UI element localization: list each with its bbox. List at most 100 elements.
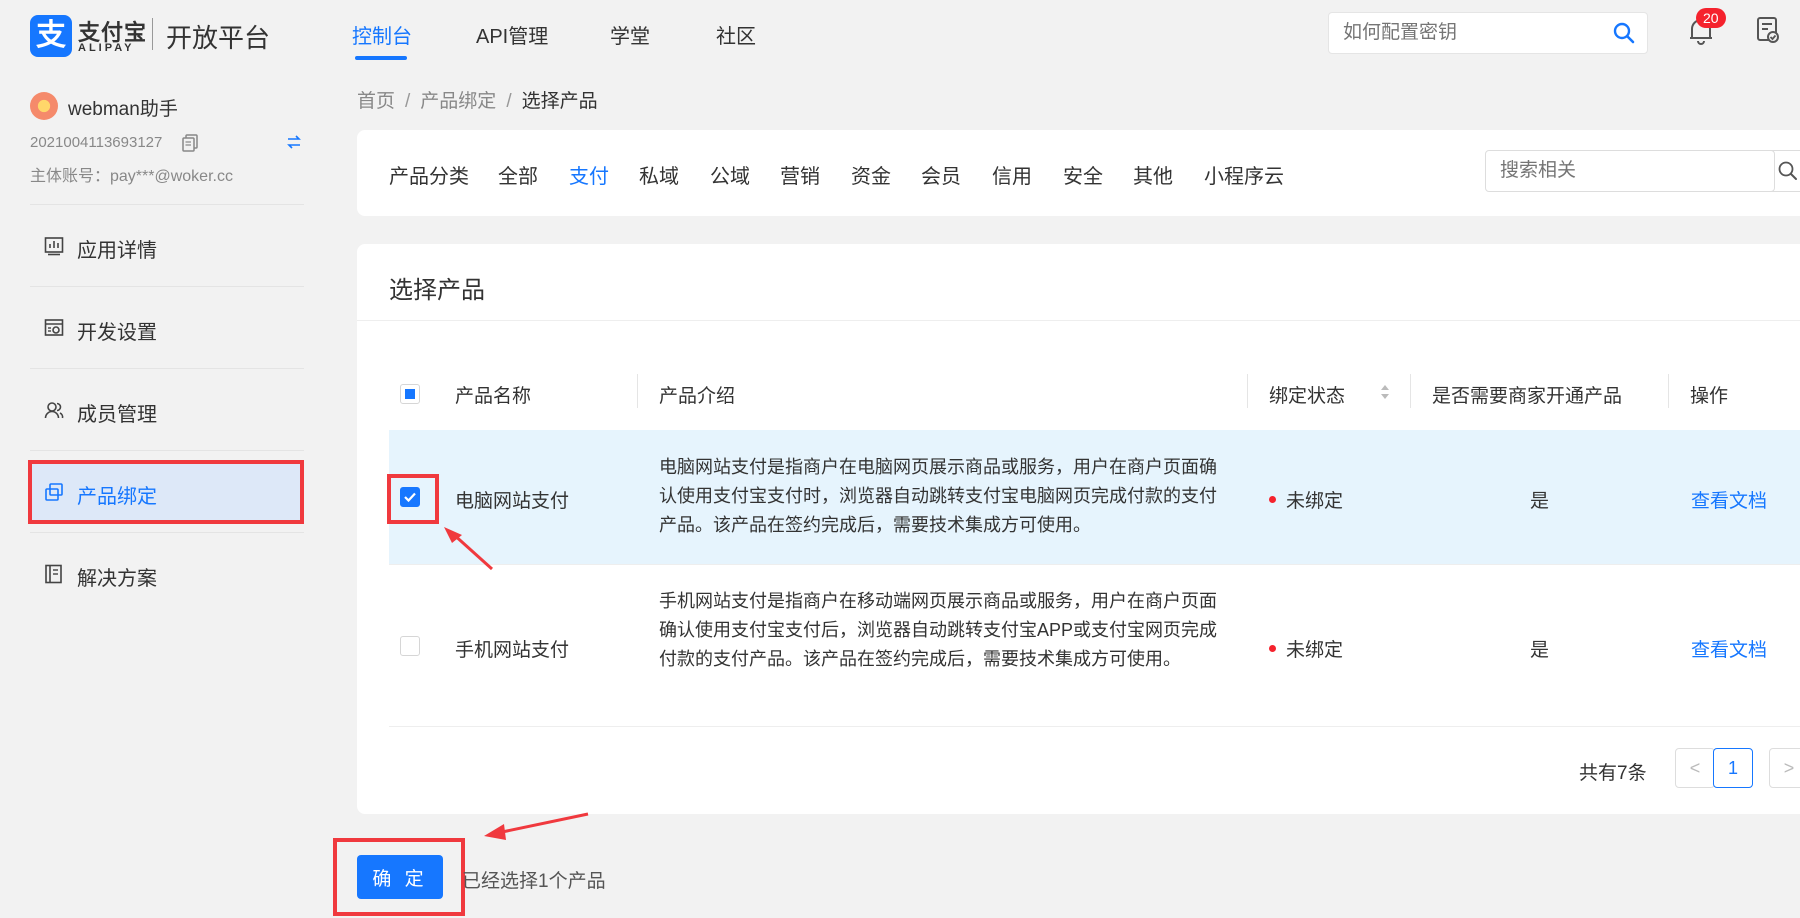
nav-console[interactable]: 控制台 <box>352 20 412 49</box>
panel-title: 选择产品 <box>389 277 485 304</box>
product-name: 手机网站支付 <box>455 640 570 661</box>
nav-community[interactable]: 社区 <box>716 20 756 49</box>
breadcrumb-current: 选择产品 <box>521 91 598 112</box>
pagination-total: 共有7条 <box>1579 763 1647 784</box>
sidebar-item-solutions[interactable]: 解决方案 <box>30 544 304 606</box>
product-description: 手机网站支付是指商户在移动端网页展示商品或服务，用户在商户页面确认使用支付宝支付… <box>659 591 1218 669</box>
sidebar-item-dev-settings[interactable]: 开发设置 <box>30 298 304 360</box>
column-separator <box>1247 374 1248 408</box>
category-public-domain[interactable]: 公域 <box>710 160 750 189</box>
sort-icon[interactable] <box>1380 382 1390 407</box>
binding-status-text: 未绑定 <box>1286 491 1344 512</box>
category-payment[interactable]: 支付 <box>569 160 609 189</box>
merchant-required: 是 <box>1530 640 1550 661</box>
category-funds[interactable]: 资金 <box>851 160 891 189</box>
product-description: 电脑网站支付是指商户在电脑网页展示商品或服务，用户在商户页面确认使用支付宝支付时… <box>659 457 1217 535</box>
product-selection-panel: 选择产品 产品名称 产品介绍 绑定状态 是否需要商家开通产品 操作 电脑网站支付… <box>357 244 1800 814</box>
column-separator <box>637 374 638 408</box>
book-icon <box>44 564 64 584</box>
search-icon[interactable] <box>1613 22 1635 49</box>
sidebar-item-label: 应用详情 <box>77 240 157 262</box>
logo-divider <box>152 18 153 50</box>
sidebar-item-label: 解决方案 <box>77 568 157 590</box>
binding-status: 未绑定 <box>1269 486 1343 513</box>
column-header-actions: 操作 <box>1690 386 1729 407</box>
row-divider <box>389 726 1800 727</box>
annotation-checkbox-box <box>387 474 439 524</box>
search-icon <box>1778 161 1797 180</box>
status-dot-icon <box>1269 645 1276 653</box>
view-docs-link[interactable]: 查看文档 <box>1691 486 1767 513</box>
category-search-input[interactable] <box>1500 159 1740 183</box>
category-search[interactable] <box>1485 150 1775 192</box>
app-name: webman助手 <box>68 99 178 120</box>
breadcrumb-separator: / <box>405 91 411 112</box>
annotation-highlight-box <box>28 460 304 524</box>
annotation-arrow-icon <box>444 527 494 571</box>
pagination-next-button[interactable]: > <box>1769 748 1800 788</box>
category-other[interactable]: 其他 <box>1133 160 1173 189</box>
sidebar-item-members[interactable]: 成员管理 <box>30 380 304 442</box>
column-header-merchant-required: 是否需要商家开通产品 <box>1432 386 1623 407</box>
category-filter-bar: 产品分类 全部 支付 私域 公域 营销 资金 会员 信用 安全 其他 小程序云 <box>357 130 1800 216</box>
category-security[interactable]: 安全 <box>1063 160 1103 189</box>
product-name: 电脑网站支付 <box>455 491 570 512</box>
column-header-description: 产品介绍 <box>659 386 736 407</box>
category-credit[interactable]: 信用 <box>992 160 1032 189</box>
nav-academy[interactable]: 学堂 <box>610 20 650 49</box>
confirm-button[interactable]: 确 定 <box>357 855 443 899</box>
app-id: 2021004113693127 <box>30 134 163 151</box>
main-account: 主体账号：pay***@woker.cc <box>30 168 233 185</box>
breadcrumb-home[interactable]: 首页 <box>357 91 395 112</box>
logo-subtext: ALIPAY <box>78 42 135 54</box>
switch-app-icon[interactable] <box>286 134 302 155</box>
global-search-input[interactable] <box>1343 21 1603 45</box>
column-header-binding-status[interactable]: 绑定状态 <box>1269 381 1345 408</box>
nav-api-management[interactable]: API管理 <box>476 20 548 49</box>
column-separator <box>1668 374 1669 408</box>
column-header-product-name: 产品名称 <box>455 386 532 407</box>
settings-icon <box>44 318 64 338</box>
breadcrumb-separator: / <box>506 91 512 112</box>
nav-active-indicator <box>355 56 407 60</box>
sidebar-item-app-details[interactable]: 应用详情 <box>30 216 304 278</box>
breadcrumb-product-binding[interactable]: 产品绑定 <box>420 91 496 112</box>
select-all-checkbox[interactable] <box>400 384 420 404</box>
category-private-domain[interactable]: 私域 <box>639 160 679 189</box>
platform-title: 开放平台 <box>166 23 271 53</box>
members-icon <box>44 400 64 420</box>
copy-icon[interactable] <box>182 134 198 157</box>
category-all[interactable]: 全部 <box>498 160 538 189</box>
category-search-button[interactable] <box>1767 150 1800 192</box>
selected-count-note: 已经选择1个产品 <box>462 871 606 892</box>
status-dot-icon <box>1269 496 1276 504</box>
merchant-required: 是 <box>1530 491 1550 512</box>
sidebar-item-label: 开发设置 <box>77 322 157 344</box>
sidebar-divider <box>30 286 304 287</box>
row-divider <box>389 564 1800 565</box>
global-search[interactable] <box>1328 12 1648 54</box>
category-membership[interactable]: 会员 <box>921 160 961 189</box>
binding-status-text: 未绑定 <box>1286 640 1344 661</box>
sidebar-divider <box>30 532 304 533</box>
sidebar-item-label: 成员管理 <box>77 404 157 426</box>
pagination-page-button[interactable]: 1 <box>1713 748 1753 788</box>
chart-icon <box>44 236 64 256</box>
view-docs-link[interactable]: 查看文档 <box>1691 635 1767 662</box>
row-checkbox[interactable] <box>400 636 420 656</box>
sidebar-divider <box>30 204 304 205</box>
top-header: 支 支付宝 ALIPAY 开放平台 控制台 API管理 学堂 社区 20 <box>0 0 1800 66</box>
alipay-logo-icon[interactable]: 支 <box>30 15 72 57</box>
notification-badge: 20 <box>1696 8 1726 28</box>
annotation-arrow-icon <box>484 812 589 840</box>
column-separator <box>1410 374 1411 408</box>
category-label: 产品分类 <box>389 166 469 188</box>
panel-divider <box>357 320 1800 321</box>
pagination-prev-button[interactable]: < <box>1675 748 1715 788</box>
category-marketing[interactable]: 营销 <box>780 160 820 189</box>
document-check-icon[interactable] <box>1756 16 1780 49</box>
category-mini-program-cloud[interactable]: 小程序云 <box>1204 160 1284 189</box>
binding-status: 未绑定 <box>1269 635 1343 662</box>
app-avatar <box>30 92 58 120</box>
sidebar-divider <box>30 368 304 369</box>
